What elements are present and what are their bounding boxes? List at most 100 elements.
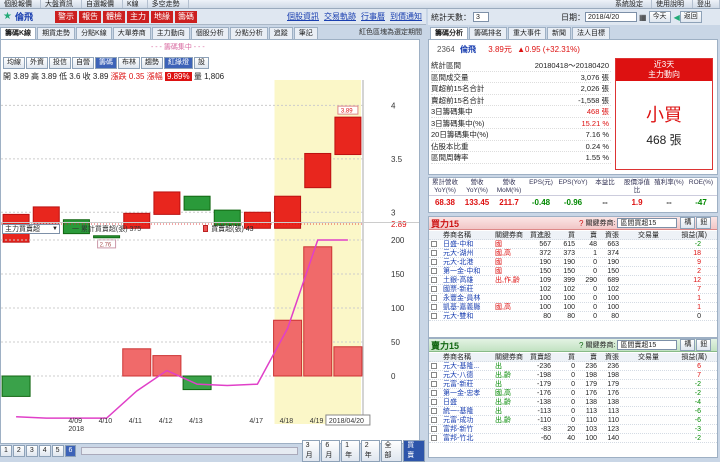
- table-row[interactable]: 土銀-高雄 出,作,齡 109 399 290 689 12: [429, 276, 717, 285]
- tab-futures[interactable]: 期貨走勢: [37, 27, 76, 39]
- btn-chips[interactable]: 籌碼: [95, 57, 117, 69]
- tab-main-trend[interactable]: 主力動向: [151, 27, 190, 39]
- toolbar-item-help[interactable]: 使用說明: [652, 0, 693, 8]
- column-header[interactable]: 資張: [597, 231, 619, 239]
- column-header[interactable]: 損益(萬): [659, 353, 707, 361]
- toolbar-item[interactable]: 個股報價: [0, 0, 41, 8]
- table-row[interactable]: 統一-基隆 出 -113 0 113 113 -6: [429, 407, 717, 416]
- range-1y[interactable]: 1年: [341, 440, 360, 462]
- row-checkbox[interactable]: [431, 286, 437, 292]
- range-2y[interactable]: 2年: [360, 440, 380, 462]
- tab-events[interactable]: 重大事件: [508, 27, 546, 39]
- column-header[interactable]: 賣: [575, 353, 597, 361]
- calendar-icon[interactable]: ▦: [639, 13, 647, 22]
- buy-sell-button[interactable]: 買賣: [403, 440, 425, 462]
- row-checkbox[interactable]: [431, 304, 437, 310]
- btn-traffic[interactable]: 紅綠燈: [164, 57, 193, 69]
- table-row[interactable]: 永豐金-員林 100 100 0 100 1: [429, 294, 717, 303]
- column-header[interactable]: 買賣超: [529, 353, 551, 361]
- btn-trust[interactable]: 投信: [49, 57, 71, 69]
- tab-chip-analysis[interactable]: 籌碼分析: [430, 27, 468, 39]
- column-header[interactable]: 買進股: [529, 231, 551, 239]
- btn-trend[interactable]: 趨勢: [141, 57, 163, 69]
- help-icon[interactable]: ?: [579, 219, 583, 228]
- page-3[interactable]: 3: [25, 445, 38, 457]
- table-row[interactable]: 凱基-嘉義縣 國,高 100 100 0 100 1: [429, 303, 717, 312]
- page-1[interactable]: 1: [0, 445, 12, 457]
- row-checkbox[interactable]: [431, 426, 437, 432]
- tag-health[interactable]: 體檢: [102, 10, 125, 23]
- row-checkbox[interactable]: [431, 363, 437, 369]
- table-row[interactable]: 國票-新莊 102 102 0 102 7: [429, 285, 717, 294]
- tag-chips[interactable]: 籌碼: [174, 10, 197, 23]
- sell15-filter[interactable]: 區間賣超15: [617, 340, 678, 350]
- date-input[interactable]: 2018/4/20: [585, 12, 637, 22]
- chip-bar-chart[interactable]: 0 50 100 150 200 4/09 4/10 4/11 4/12 4/13 4/17 4/18…: [1, 234, 419, 432]
- dropdown-arrow-icon[interactable]: ▼: [52, 226, 58, 232]
- row-checkbox[interactable]: [431, 241, 437, 247]
- tab-notes[interactable]: 筆記: [293, 27, 318, 39]
- row-checkbox[interactable]: [431, 295, 437, 301]
- tab-chip-kline[interactable]: 籌碼K線: [0, 27, 37, 39]
- table-row[interactable]: 第一金-中和 國 150 150 0 150 2: [429, 267, 717, 276]
- column-header[interactable]: 券商名稱: [443, 353, 495, 361]
- scrollbar[interactable]: [81, 447, 298, 455]
- link-alert[interactable]: 到價通知: [390, 11, 422, 22]
- tab-branch-analysis[interactable]: 分點分析: [229, 27, 268, 39]
- toolbar-item[interactable]: 多空走勢: [148, 0, 189, 8]
- range-3m[interactable]: 3月: [301, 440, 321, 462]
- row-checkbox[interactable]: [431, 435, 437, 441]
- column-header[interactable]: 買: [551, 231, 575, 239]
- toolbar-item-logout[interactable]: 登出: [693, 0, 720, 8]
- link-trail[interactable]: 交易軌跡: [324, 11, 356, 22]
- today-button[interactable]: 今天: [648, 11, 671, 23]
- range-6m[interactable]: 6月: [321, 440, 341, 462]
- tag-geo[interactable]: 地緣: [150, 10, 173, 23]
- help-icon[interactable]: ?: [579, 341, 583, 350]
- column-header[interactable]: 賣: [575, 231, 597, 239]
- column-header[interactable]: 交易量: [619, 231, 659, 239]
- table-row[interactable]: 富邦-竹北 -60 40 100 140 -2: [429, 434, 717, 443]
- tab-stock-analysis[interactable]: 個股分析: [190, 27, 229, 39]
- table-row[interactable]: 元大-雙和 80 80 0 80 0: [429, 312, 717, 321]
- table-row[interactable]: 元大-八德 出,齡 -198 0 198 198 7: [429, 371, 717, 380]
- table-row[interactable]: 富邦-新竹 -83 20 103 123 -3: [429, 425, 717, 434]
- column-header[interactable]: 關鍵券商: [495, 231, 529, 239]
- tab-chip-rank[interactable]: 籌碼排名: [469, 27, 507, 39]
- column-header[interactable]: 買: [551, 353, 575, 361]
- btn-foreign[interactable]: 外資: [26, 57, 48, 69]
- row-checkbox[interactable]: [431, 372, 437, 378]
- row-checkbox[interactable]: [431, 250, 437, 256]
- buy15-btn2[interactable]: 鈕: [696, 217, 712, 229]
- btn-boll[interactable]: 布林: [118, 57, 140, 69]
- tab-track[interactable]: 追蹤: [268, 27, 293, 39]
- toolbar-item[interactable]: K線: [123, 0, 148, 8]
- back-button[interactable]: 返回: [679, 11, 702, 23]
- table-row[interactable]: 元大-基隆... 出 -236 0 236 236 6: [429, 362, 717, 371]
- page-2[interactable]: 2: [12, 445, 25, 457]
- row-checkbox[interactable]: [431, 408, 437, 414]
- table-row[interactable]: 第一金-忠孝 國,高 -176 0 176 176 -2: [429, 389, 717, 398]
- btn-ma[interactable]: 均線: [3, 57, 25, 69]
- column-header[interactable]: 損益(萬): [659, 231, 707, 239]
- sell15-btn2[interactable]: 鈕: [696, 339, 712, 351]
- sell15-btn1[interactable]: 構: [680, 339, 696, 351]
- page-6[interactable]: 6: [64, 445, 77, 457]
- column-header[interactable]: 交易量: [619, 353, 659, 361]
- tab-news[interactable]: 新聞: [547, 27, 571, 39]
- page-5[interactable]: 5: [51, 445, 64, 457]
- btn-dealer[interactable]: 自營: [72, 57, 94, 69]
- buy15-filter[interactable]: 區間買超15: [617, 218, 678, 228]
- tag-warning[interactable]: 警示: [54, 10, 77, 23]
- range-all[interactable]: 全部: [380, 440, 403, 462]
- column-header[interactable]: 資張: [597, 353, 619, 361]
- table-row[interactable]: 日盛-中和 國 567 615 48 663 -2: [429, 240, 717, 249]
- column-header[interactable]: 關鍵券商: [495, 353, 529, 361]
- buy15-btn1[interactable]: 構: [680, 217, 696, 229]
- row-checkbox[interactable]: [431, 259, 437, 265]
- star-icon[interactable]: ★: [3, 11, 12, 22]
- tab-big-broker[interactable]: 大單券商: [112, 27, 151, 39]
- btn-settings[interactable]: 設: [194, 57, 209, 69]
- toolbar-item-settings[interactable]: 系統設定: [611, 0, 652, 8]
- table-row[interactable]: 元富-成功 出,齡 -110 0 110 110 -6: [429, 416, 717, 425]
